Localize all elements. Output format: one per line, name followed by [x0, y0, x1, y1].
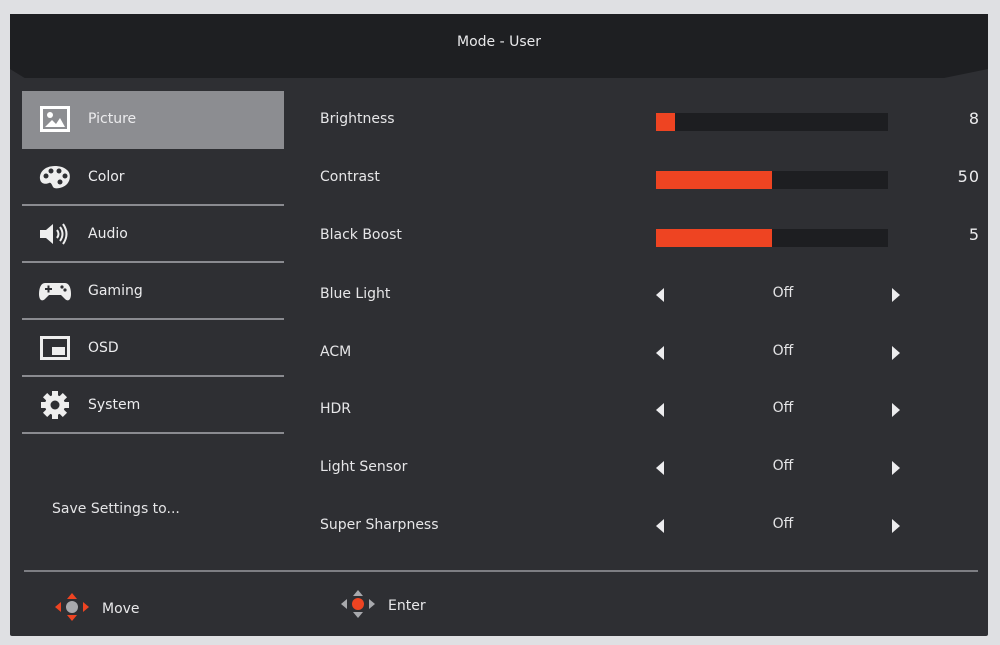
slider-fill	[656, 113, 675, 131]
sidebar-item-audio[interactable]: Audio	[22, 206, 284, 263]
contrast-row[interactable]: Contrast 50	[320, 163, 980, 193]
setting-label: Black Boost	[320, 227, 402, 243]
sidebar-item-label: Color	[88, 168, 125, 185]
mode-title: Mode - User	[456, 34, 541, 50]
option-value: Off	[772, 400, 794, 416]
option-value: Off	[772, 458, 794, 474]
arrow-right-icon[interactable]	[892, 346, 900, 360]
arrow-left-icon[interactable]	[656, 519, 664, 533]
black-boost-slider[interactable]	[656, 229, 888, 247]
dpad-move-icon	[54, 592, 90, 626]
arrow-right-icon[interactable]	[892, 519, 900, 533]
setting-label: Super Sharpness	[320, 517, 439, 533]
option-value: Off	[772, 285, 794, 301]
light-sensor-row[interactable]: Light Sensor Off	[320, 453, 980, 483]
move-label: Move	[102, 601, 140, 617]
footer-divider	[24, 570, 978, 572]
enter-hint: Enter	[340, 589, 426, 623]
sidebar-item-label: System	[88, 396, 141, 413]
gear-icon	[38, 390, 72, 420]
arrow-left-icon[interactable]	[656, 288, 664, 302]
setting-label: Blue Light	[320, 286, 391, 302]
setting-label: HDR	[320, 401, 352, 417]
save-settings-button[interactable]: Save Settings to...	[52, 501, 180, 517]
arrow-right-icon[interactable]	[892, 461, 900, 475]
sidebar-item-label: Picture	[88, 111, 137, 127]
brightness-slider[interactable]	[656, 113, 888, 131]
sidebar-item-label: Audio	[88, 225, 128, 242]
arrow-left-icon[interactable]	[656, 461, 664, 475]
arrow-right-icon[interactable]	[892, 403, 900, 417]
sidebar-item-system[interactable]: System	[22, 377, 284, 434]
osd-window-icon	[38, 333, 72, 363]
sidebar-item-osd[interactable]: OSD	[22, 320, 284, 377]
slider-fill	[656, 229, 772, 247]
sidebar-item-gaming[interactable]: Gaming	[22, 263, 284, 320]
palette-icon	[38, 162, 72, 192]
arrow-left-icon[interactable]	[656, 403, 664, 417]
enter-label: Enter	[388, 598, 426, 614]
blue-light-row[interactable]: Blue Light Off	[320, 280, 980, 310]
hdr-row[interactable]: HDR Off	[320, 395, 980, 425]
sidebar-item-label: Gaming	[88, 282, 143, 299]
arrow-left-icon[interactable]	[656, 346, 664, 360]
setting-label: Contrast	[320, 169, 380, 185]
setting-label: Light Sensor	[320, 459, 408, 475]
slider-value: 5	[968, 225, 980, 244]
option-value: Off	[772, 343, 794, 359]
sidebar-item-picture[interactable]: Picture	[22, 91, 284, 149]
setting-label: ACM	[320, 344, 352, 360]
osd-header: Mode - User	[10, 14, 988, 78]
osd-menu: Mode - User Picture Color Audio Gaming O…	[10, 14, 988, 636]
acm-row[interactable]: ACM Off	[320, 338, 980, 368]
arrow-right-icon[interactable]	[892, 288, 900, 302]
sidebar-item-label: OSD	[88, 339, 119, 356]
sidebar-item-color[interactable]: Color	[22, 149, 284, 206]
black-boost-row[interactable]: Black Boost 5	[320, 221, 980, 251]
speaker-icon	[38, 219, 72, 249]
setting-label: Brightness	[320, 111, 395, 127]
move-hint: Move	[54, 592, 140, 626]
dpad-enter-icon	[340, 589, 376, 623]
slider-fill	[656, 171, 772, 189]
slider-value: 8	[968, 109, 980, 128]
picture-icon	[38, 104, 72, 134]
contrast-slider[interactable]	[656, 171, 888, 189]
sidebar: Picture Color Audio Gaming OSD System	[22, 91, 284, 434]
gamepad-icon	[38, 276, 72, 306]
slider-value: 50	[957, 167, 980, 186]
brightness-row[interactable]: Brightness 8	[320, 105, 980, 135]
option-value: Off	[772, 516, 794, 532]
super-sharpness-row[interactable]: Super Sharpness Off	[320, 511, 980, 541]
